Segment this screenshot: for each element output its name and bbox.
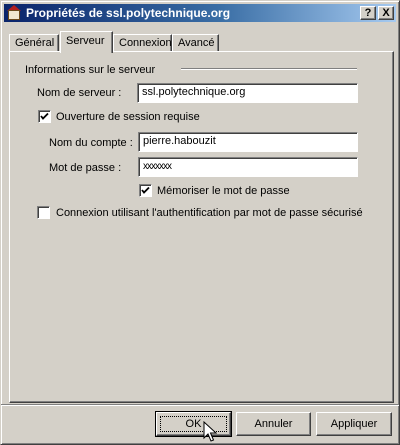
footer-divider — [1, 404, 399, 406]
cancel-button-label: Annuler — [254, 418, 293, 430]
app-icon — [6, 5, 22, 21]
account-name-field[interactable]: pierre.habouzit — [138, 132, 358, 152]
apply-button[interactable]: Appliquer — [316, 412, 392, 436]
secure-auth-label: Connexion utilisant l'authentification p… — [56, 207, 363, 219]
tab-advanced[interactable]: Avancé — [172, 34, 219, 52]
server-name-field[interactable]: ssl.polytechnique.org — [137, 83, 358, 103]
login-required-label: Ouverture de session requise — [56, 111, 200, 123]
apply-button-label: Appliquer — [330, 418, 378, 430]
server-name-label: Nom de serveur : — [37, 87, 122, 99]
window-title: Propriétés de ssl.polytechnique.org — [26, 6, 231, 20]
tab-panel-server — [9, 51, 394, 403]
login-required-checkbox[interactable] — [38, 110, 51, 123]
server-info-group-title: Informations sur le serveur — [25, 64, 156, 76]
tab-general[interactable]: Général — [9, 34, 59, 52]
close-button[interactable]: X — [378, 6, 394, 20]
secure-auth-checkbox[interactable] — [37, 206, 50, 219]
help-button[interactable]: ? — [360, 6, 376, 20]
ok-button-label: OK — [185, 418, 202, 430]
account-name-label: Nom du compte : — [49, 137, 133, 149]
checkmark-icon — [141, 186, 150, 194]
ok-button[interactable]: OK — [155, 411, 232, 437]
tab-connection[interactable]: Connexion — [113, 34, 172, 52]
properties-dialog: Propriétés de ssl.polytechnique.org ? X … — [0, 0, 400, 445]
title-bar[interactable]: Propriétés de ssl.polytechnique.org ? X — [4, 4, 396, 22]
tab-server[interactable]: Serveur — [60, 31, 113, 53]
cancel-button[interactable]: Annuler — [236, 412, 311, 436]
mouse-cursor-icon — [203, 421, 217, 442]
group-divider — [181, 68, 357, 70]
password-label: Mot de passe : — [49, 162, 122, 174]
checkmark-icon — [40, 112, 49, 120]
remember-password-checkbox[interactable] — [139, 184, 152, 197]
remember-password-label: Mémoriser le mot de passe — [157, 185, 290, 197]
password-field[interactable]: xxxxxxx — [138, 157, 358, 177]
